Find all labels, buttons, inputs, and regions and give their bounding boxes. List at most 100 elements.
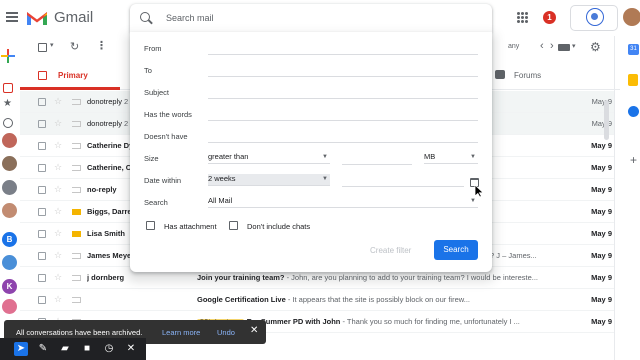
row-checkbox[interactable] (38, 164, 46, 172)
row-checkbox[interactable] (38, 252, 46, 260)
has-words-field[interactable] (208, 120, 478, 121)
contact-avatar-letter[interactable]: K (2, 279, 17, 294)
timer-tool-icon[interactable]: ◷ (102, 342, 116, 356)
contact-avatar[interactable] (2, 156, 17, 171)
email-preview: - Thank you so much for finding me, unfo… (340, 317, 520, 326)
dont-include-chats-checkbox[interactable] (229, 221, 238, 230)
star-icon[interactable]: ☆ (54, 162, 62, 173)
keep-icon[interactable] (628, 74, 638, 86)
camera-tool-icon[interactable]: ■ (80, 342, 94, 356)
to-field[interactable] (208, 76, 478, 77)
date-within-select[interactable]: 2 weeks ▼ (208, 174, 330, 186)
size-unit-select[interactable]: MB ▼ (424, 152, 478, 164)
notification-badge[interactable]: 1 (543, 11, 556, 24)
search-input[interactable] (166, 9, 476, 27)
importance-marker-icon[interactable] (72, 165, 81, 171)
row-checkbox[interactable] (38, 208, 46, 216)
user-avatar[interactable] (623, 8, 640, 26)
calendar-icon[interactable]: 31 (628, 44, 639, 55)
sender-name: donotreply (87, 119, 123, 128)
input-tools-caret-icon[interactable]: ▾ (572, 42, 576, 50)
subject-field[interactable] (208, 98, 478, 99)
gmail-logo[interactable]: Gmail (26, 9, 93, 26)
importance-marker-icon[interactable] (72, 231, 81, 237)
row-date: May 9 (591, 229, 612, 238)
undo-button[interactable]: Undo (217, 328, 235, 337)
prev-page-icon[interactable]: ‹ (540, 40, 544, 52)
pointer-tool-icon[interactable]: ➤ (14, 342, 28, 356)
row-checkbox[interactable] (38, 120, 46, 128)
importance-marker-icon[interactable] (72, 143, 81, 149)
importance-marker-icon[interactable] (72, 121, 81, 127)
contact-avatar-letter[interactable]: B (2, 232, 17, 247)
learn-more-link[interactable]: Learn more (162, 328, 200, 337)
star-icon[interactable]: ☆ (54, 96, 62, 107)
has-attachment-checkbox[interactable] (146, 221, 155, 230)
next-page-icon[interactable]: › (550, 40, 554, 52)
row-snippet: Google Certification Live - It appears t… (197, 295, 573, 304)
email-row[interactable]: ☆ Google Certification Live - It appears … (20, 289, 614, 311)
sender-name: James Meyer (87, 251, 135, 260)
importance-marker-icon[interactable] (72, 209, 81, 215)
row-checkbox[interactable] (38, 230, 46, 238)
size-operator-select[interactable]: greater than ▼ (208, 152, 330, 164)
close-icon[interactable]: ✕ (250, 325, 258, 336)
size-value-field[interactable] (342, 164, 412, 165)
star-icon[interactable]: ☆ (54, 184, 62, 195)
get-addons-icon[interactable]: + (630, 153, 637, 167)
contact-avatar[interactable] (2, 180, 17, 195)
importance-marker-icon[interactable] (72, 99, 81, 105)
google-apps-icon[interactable] (517, 12, 528, 23)
settings-gear-icon[interactable]: ⚙ (590, 40, 601, 54)
refresh-icon[interactable]: ↻ (70, 40, 79, 53)
importance-marker-icon[interactable] (72, 187, 81, 193)
from-field[interactable] (208, 54, 478, 55)
highlighter-tool-icon[interactable]: ▰ (58, 342, 72, 356)
group-avatar[interactable] (2, 255, 17, 270)
row-checkbox[interactable] (38, 296, 46, 304)
thread-count: 2 (124, 119, 129, 128)
pen-tool-icon[interactable]: ✎ (36, 342, 50, 356)
main-menu-icon[interactable] (6, 12, 18, 22)
tab-primary[interactable]: Primary (20, 60, 120, 90)
row-date: May 9 (591, 273, 612, 282)
inbox-icon[interactable] (3, 83, 13, 93)
search-icon[interactable] (140, 12, 150, 22)
star-icon[interactable]: ☆ (54, 294, 62, 305)
star-icon[interactable]: ☆ (54, 140, 62, 151)
select-all-checkbox[interactable] (38, 43, 47, 52)
search-button[interactable]: Search (434, 240, 478, 260)
contact-avatar[interactable] (2, 133, 17, 148)
compose-plus-icon[interactable] (1, 49, 15, 63)
row-checkbox[interactable] (38, 98, 46, 106)
date-field[interactable] (342, 186, 464, 187)
thread-count: 2 (124, 97, 129, 106)
search-in-select[interactable]: All Mail ▼ (208, 196, 478, 208)
star-icon[interactable]: ☆ (54, 228, 62, 239)
row-date: May 9 (591, 295, 612, 304)
star-icon[interactable]: ☆ (54, 118, 62, 129)
importance-marker-icon[interactable] (72, 297, 81, 303)
close-toolbar-icon[interactable]: ✕ (124, 342, 138, 356)
list-scrollbar[interactable] (604, 100, 609, 140)
tasks-icon[interactable] (628, 106, 639, 117)
row-checkbox[interactable] (38, 142, 46, 150)
row-checkbox[interactable] (38, 274, 46, 282)
starred-icon[interactable]: ★ (3, 99, 12, 109)
chevron-down-icon: ▼ (470, 198, 476, 204)
input-tools-icon[interactable] (558, 44, 570, 51)
more-options-icon[interactable]: ⋮ (96, 39, 107, 52)
snoozed-icon[interactable] (3, 118, 13, 128)
tab-forums[interactable]: Forums (490, 60, 620, 90)
doesnt-have-field[interactable] (208, 142, 478, 143)
star-icon[interactable]: ☆ (54, 272, 62, 283)
star-icon[interactable]: ☆ (54, 206, 62, 217)
importance-marker-icon[interactable] (72, 253, 81, 259)
contact-avatar[interactable] (2, 203, 17, 218)
row-checkbox[interactable] (38, 186, 46, 194)
select-caret-icon[interactable]: ▾ (50, 41, 54, 49)
star-icon[interactable]: ☆ (54, 250, 62, 261)
contact-avatar[interactable] (2, 299, 17, 314)
importance-marker-icon[interactable] (72, 275, 81, 281)
create-filter-button[interactable]: Create filter (370, 246, 411, 255)
